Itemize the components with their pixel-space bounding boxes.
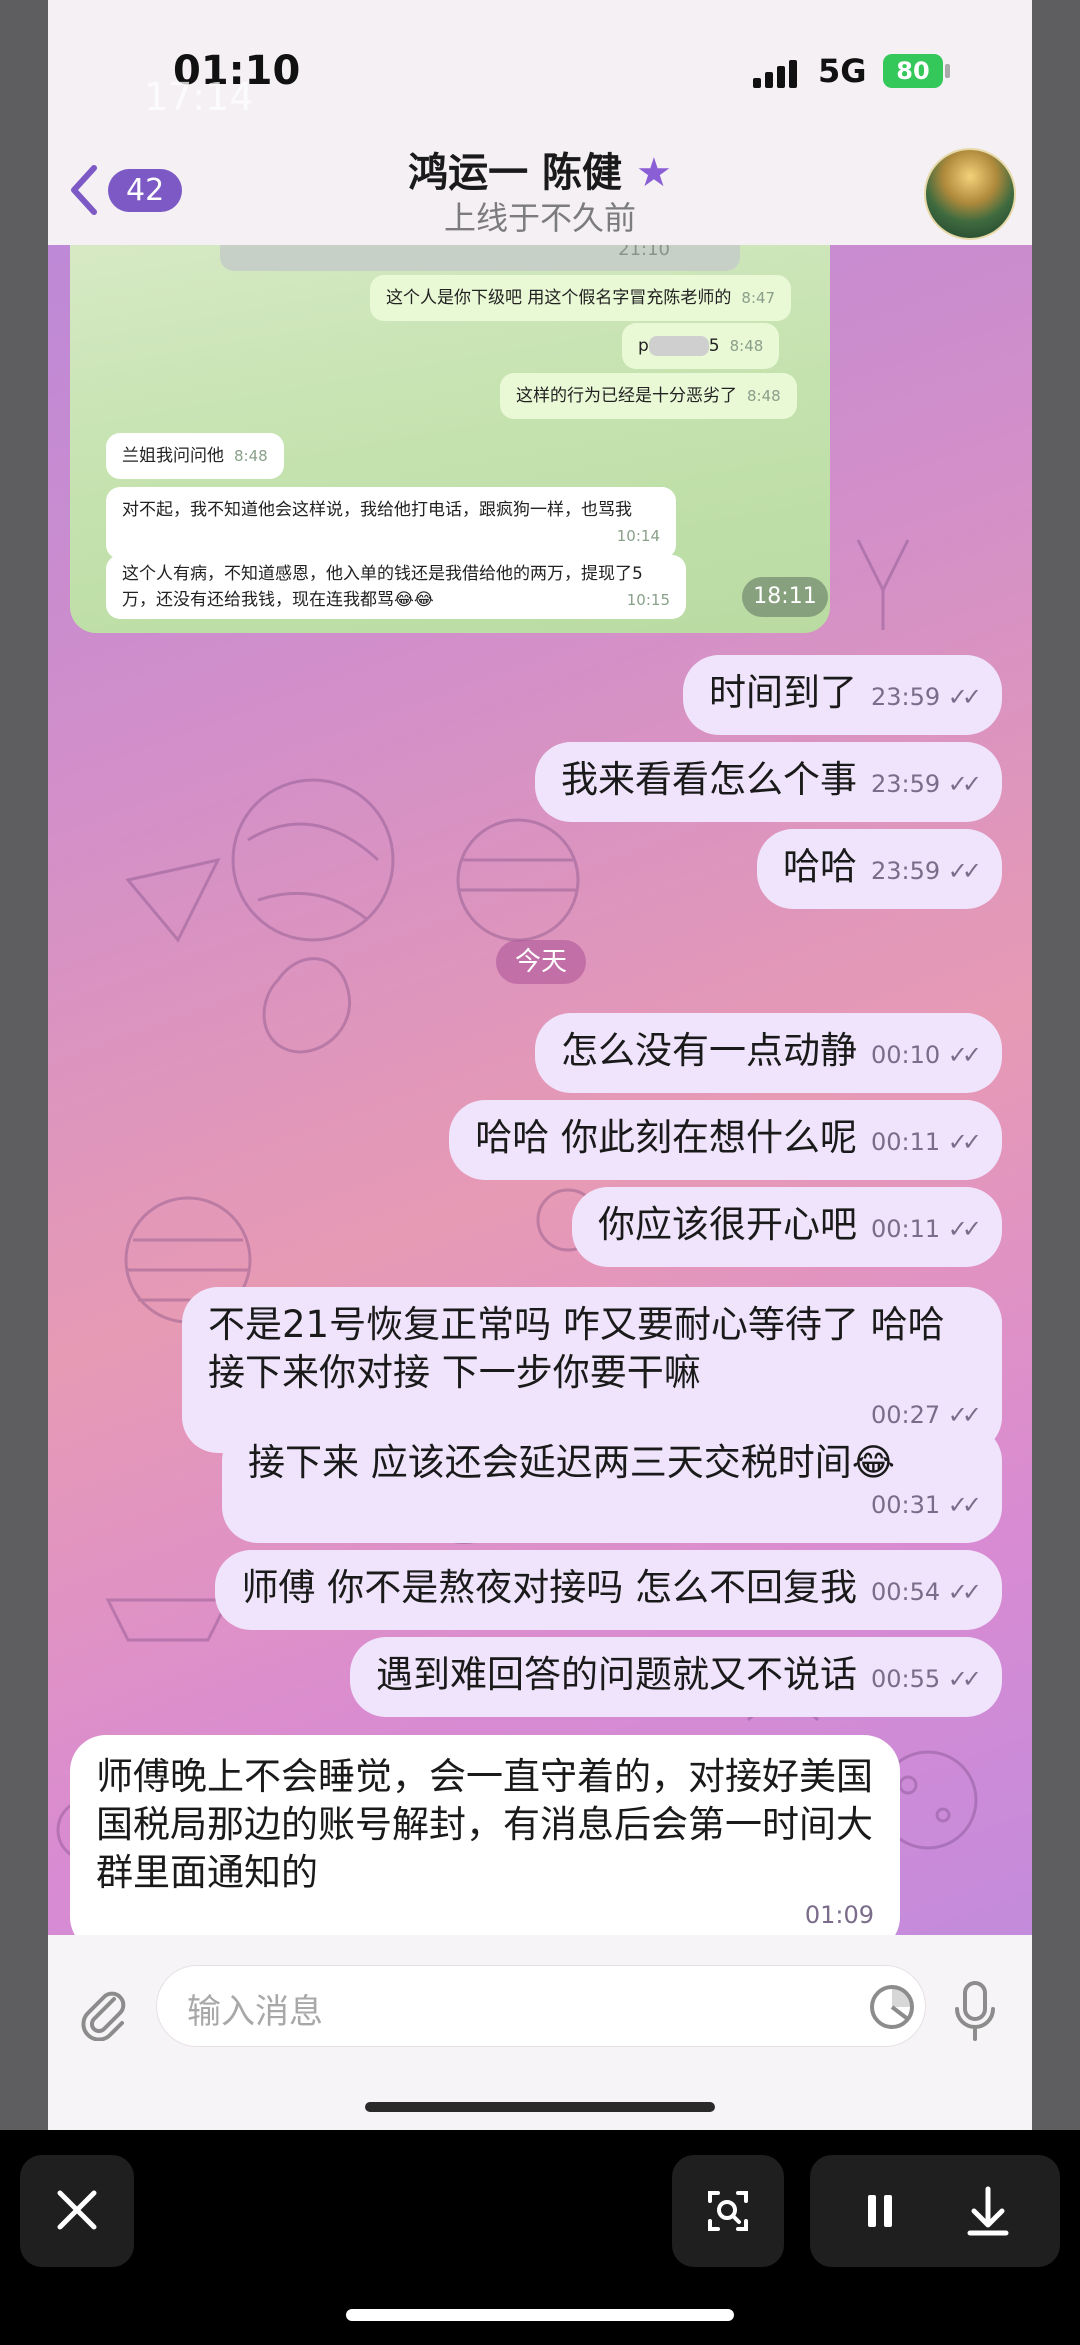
chat-title-text: 鸿运一 陈健: [408, 150, 623, 196]
message-bubble[interactable]: 师傅 你不是熬夜对接吗 怎么不回复我 00:54 ✓✓: [215, 1550, 1002, 1630]
embedded-bubble-time: 8:47: [741, 289, 776, 307]
double-check-icon: ✓✓: [947, 1128, 982, 1156]
message-input-placeholder: 输入消息: [187, 1992, 323, 2032]
close-button[interactable]: [20, 2155, 134, 2267]
message-time: 23:59: [870, 770, 941, 798]
sticker-icon[interactable]: [867, 1982, 917, 2032]
embedded-screenshot-message[interactable]: 21:10 这个人是你下级吧 用这个假名字冒充陈老师的 8:47 p 5 8:48 这…: [70, 245, 830, 633]
message-bubble[interactable]: 遇到难回答的问题就又不说话 00:55 ✓✓: [349, 1637, 1002, 1717]
message-text: 你应该很开心吧: [597, 1203, 857, 1246]
message-text: 师傅晚上不会睡觉，会一直守着的，对接好美国国税局那边的账号解封，有消息后会第一时…: [96, 1755, 873, 1894]
scan-button[interactable]: [672, 2155, 784, 2267]
message-time: 00:10: [870, 1041, 941, 1069]
embedded-bubble: 这个人是你下级吧 用这个假名字冒充陈老师的 8:47: [370, 275, 792, 321]
embedded-bubble-text: 兰姐我问问他: [122, 446, 224, 466]
message-time: 00:55: [870, 1665, 941, 1693]
embedded-bubble-time: 8:48: [729, 337, 764, 355]
right-gutter: [1032, 0, 1080, 2130]
embedded-bubble-text: 这个人有病，不知道感恩，他入单的钱还是我借给他的两万，提现了5万，还没有还给我钱…: [122, 564, 643, 610]
scan-icon: [708, 2191, 748, 2231]
left-gutter: [0, 0, 48, 2130]
message-bubble[interactable]: 哈哈 你此刻在想什么呢 00:11 ✓✓: [449, 1100, 1002, 1180]
message-time: 00:11: [870, 1128, 941, 1156]
embedded-bubble: 对不起，我不知道他会这样说，我给他打电话，跟疯狗一样，也骂我 10:14: [106, 487, 676, 559]
battery-cap: [945, 64, 950, 78]
embedded-bubble-time: 8:48: [747, 387, 781, 405]
message-bubble[interactable]: 接下来 应该还会延迟两三天交税时间😂 00:31 ✓✓: [222, 1425, 1002, 1543]
message-bubble[interactable]: 时间到了 23:59 ✓✓: [682, 655, 1002, 735]
embedded-time-badge: 18:11: [742, 577, 828, 617]
close-icon: [57, 2190, 97, 2230]
embedded-bubble: 这个人有病，不知道感恩，他入单的钱还是我借给他的两万，提现了5万，还没有还给我钱…: [106, 555, 686, 619]
message-time: 00:31: [870, 1491, 941, 1519]
composer-bar: 输入消息: [48, 1935, 1032, 2130]
embedded-bubble-text: 对不起，我不知道他会这样说，我给他打电话，跟疯狗一样，也骂我: [122, 500, 632, 520]
double-check-icon: ✓✓: [947, 683, 982, 711]
home-indicator: [346, 2309, 734, 2321]
message-text: 时间到了: [708, 671, 857, 714]
message-text: 哈哈: [782, 845, 857, 888]
message-text: 哈哈 你此刻在想什么呢: [475, 1116, 857, 1159]
avatar[interactable]: [924, 148, 1016, 240]
message-bubble[interactable]: 你应该很开心吧 00:11 ✓✓: [571, 1187, 1002, 1267]
inner-home-indicator: [365, 2102, 715, 2112]
chat-title[interactable]: 鸿运一 陈健 ★: [48, 140, 1032, 198]
double-check-icon: ✓✓: [947, 1665, 982, 1693]
double-check-icon: ✓✓: [947, 1491, 982, 1519]
chat-screen: 01:10 17:14 5G 80 42 鸿运一 陈健 ★ 上线于不久前 21:…: [48, 0, 1032, 2130]
chat-subtitle: 上线于不久前: [443, 199, 636, 237]
battery-icon: 80: [883, 54, 943, 88]
message-bubble[interactable]: 怎么没有一点动静 00:10 ✓✓: [534, 1013, 1002, 1093]
message-input[interactable]: 输入消息: [156, 1965, 926, 2047]
message-bubble[interactable]: 我来看看怎么个事 23:59 ✓✓: [534, 742, 1002, 822]
message-text: 遇到难回答的问题就又不说话: [375, 1653, 857, 1696]
double-check-icon: ✓✓: [947, 1578, 982, 1606]
message-text: 不是21号恢复正常吗 咋又要耐心等待了 哈哈 接下来你对接 下一步你要干嘛: [208, 1303, 945, 1394]
network-type: 5G: [818, 52, 867, 90]
embedded-bubble-time: 10:14: [616, 527, 660, 545]
message-text: 我来看看怎么个事: [560, 758, 857, 801]
top-header: 01:10 17:14 5G 80 42 鸿运一 陈健 ★ 上线于不久前: [48, 0, 1032, 245]
double-check-icon: ✓✓: [947, 1215, 982, 1243]
day-separator: 今天: [496, 940, 586, 984]
embedded-top-bar: 21:10: [220, 245, 740, 271]
embedded-bubble: 这样的行为已经是十分恶劣了 8:48: [500, 373, 797, 419]
embedded-top-time: 21:10: [618, 245, 670, 260]
microphone-icon[interactable]: [953, 1979, 997, 2043]
message-time: 01:09: [804, 1901, 874, 1929]
embedded-bubble-text: 这样的行为已经是十分恶劣了: [516, 386, 737, 406]
signal-icon: [753, 60, 797, 88]
double-check-icon: ✓✓: [947, 1041, 982, 1069]
embedded-bubble-text: p: [638, 336, 649, 356]
message-text: 师傅 你不是熬夜对接吗 怎么不回复我: [241, 1566, 857, 1609]
double-check-icon: ✓✓: [947, 770, 982, 798]
playback-controls: [810, 2155, 1060, 2267]
message-text: 怎么没有一点动静: [560, 1029, 857, 1072]
star-icon: ★: [636, 150, 672, 196]
message-time: 00:11: [870, 1215, 941, 1243]
message-bubble[interactable]: 哈哈 23:59 ✓✓: [756, 829, 1002, 909]
message-bubble-incoming[interactable]: 师傅晚上不会睡觉，会一直守着的，对接好美国国税局那边的账号解封，有消息后会第一时…: [70, 1735, 900, 1953]
embedded-bubble: p 5 8:48: [622, 323, 780, 369]
message-text: 接下来 应该还会延迟两三天交税时间😂: [248, 1441, 895, 1484]
ghost-status-time: 17:14: [144, 75, 254, 119]
embedded-bubble-text-tail: 5: [708, 336, 720, 356]
embedded-bubble-text: 这个人是你下级吧 用这个假名字冒充陈老师的: [386, 288, 732, 308]
embedded-bubble-time: 8:48: [234, 447, 268, 465]
pause-download-icons: [868, 2186, 1009, 2236]
embedded-bubble-time: 10:15: [626, 591, 670, 609]
double-check-icon: ✓✓: [947, 857, 982, 885]
redacted-blur: [648, 336, 709, 356]
message-time: 23:59: [870, 857, 941, 885]
paperclip-icon[interactable]: [76, 1985, 132, 2041]
message-time: 23:59: [870, 683, 941, 711]
embedded-bubble: 兰姐我问问他 8:48: [106, 433, 284, 479]
message-time: 00:54: [870, 1578, 941, 1606]
